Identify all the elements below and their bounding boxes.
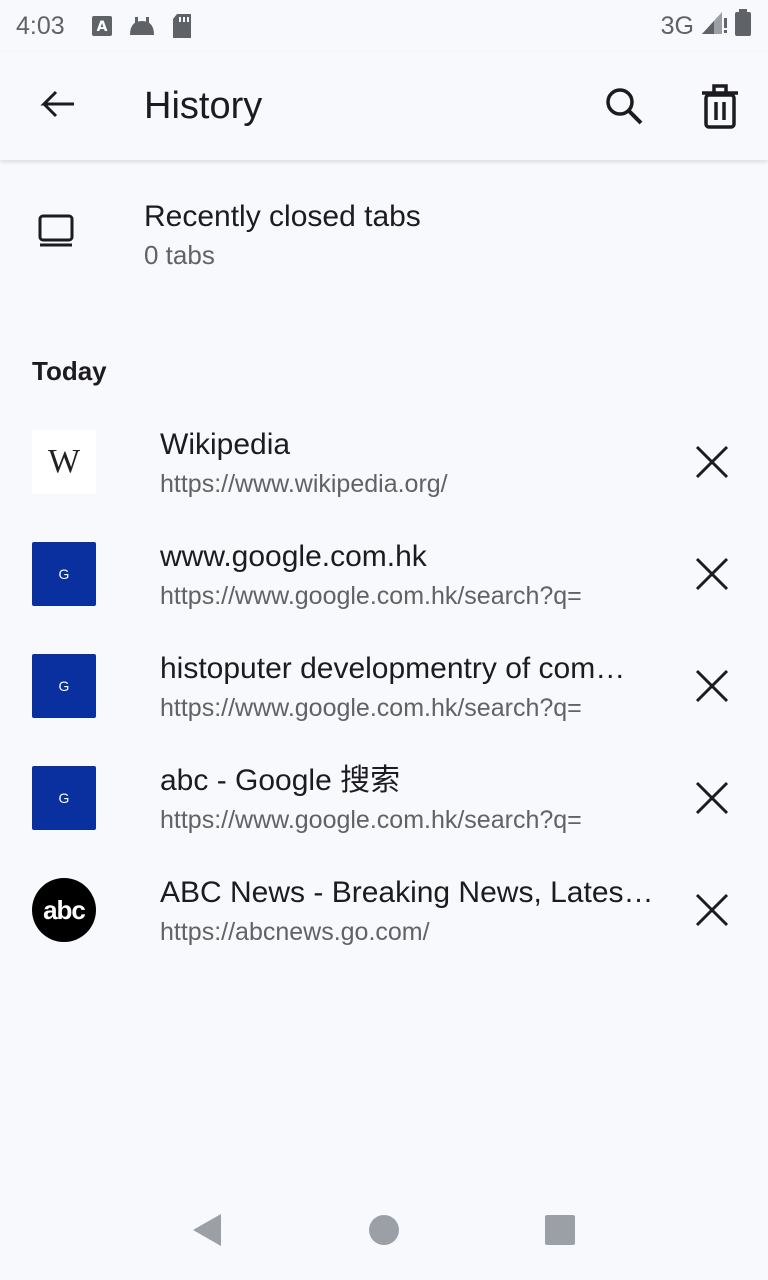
delete-history-button[interactable]	[696, 82, 744, 130]
close-icon	[695, 781, 729, 815]
history-item-title: abc - Google 搜索	[160, 764, 401, 797]
remove-item-button[interactable]	[688, 774, 736, 822]
app-bar: History	[0, 52, 768, 160]
nav-recents-button[interactable]	[543, 1213, 577, 1252]
history-item-title: histoputer developmentry of com…	[160, 652, 626, 685]
history-item-title: www.google.com.hk	[160, 540, 427, 573]
circle-home-icon	[369, 1214, 399, 1245]
history-item-url: https://abcnews.go.com/	[160, 918, 430, 946]
triangle-back-icon	[193, 1213, 221, 1246]
history-item[interactable]: W Wikipedia https://www.wikipedia.org/	[0, 406, 768, 518]
history-item[interactable]: abc ABC News - Breaking News, Latest New…	[0, 854, 768, 966]
system-nav-bar	[0, 1184, 768, 1280]
close-icon	[695, 557, 729, 591]
status-bar: 4:03 A 3G	[0, 0, 768, 52]
svg-text:A: A	[96, 19, 107, 35]
close-icon	[695, 445, 729, 479]
abc-favicon-icon: abc	[32, 878, 96, 942]
search-icon	[606, 88, 643, 125]
battery-icon	[734, 8, 752, 44]
android-icon	[127, 15, 157, 37]
history-item[interactable]: G www.google.com.hk https://www.google.c…	[0, 518, 768, 630]
google-favicon-icon: G	[32, 654, 96, 718]
recently-closed-count: 0 tabs	[144, 240, 215, 270]
search-button[interactable]	[600, 82, 648, 130]
tabs-icon	[36, 212, 76, 257]
sd-card-icon	[171, 13, 193, 39]
wikipedia-favicon-icon: W	[32, 430, 96, 494]
history-item-url: https://www.wikipedia.org/	[160, 470, 448, 498]
remove-item-button[interactable]	[688, 550, 736, 598]
status-time: 4:03	[16, 11, 65, 40]
google-favicon-icon: G	[32, 542, 96, 606]
history-item[interactable]: G histoputer developmentry of com… https…	[0, 630, 768, 742]
history-item-url: https://www.google.com.hk/search?q=	[160, 582, 582, 610]
remove-item-button[interactable]	[688, 886, 736, 934]
trash-icon	[702, 84, 738, 129]
remove-item-button[interactable]	[688, 438, 736, 486]
page-title: History	[144, 85, 263, 127]
history-list: W Wikipedia https://www.wikipedia.org/ G…	[0, 406, 768, 966]
history-item-title: Wikipedia	[160, 428, 291, 461]
close-icon	[695, 669, 729, 703]
back-button[interactable]	[32, 82, 80, 130]
back-arrow-icon	[40, 90, 74, 118]
nav-back-button[interactable]	[191, 1212, 225, 1253]
google-favicon-icon: G	[32, 766, 96, 830]
signal-icon	[700, 10, 728, 43]
square-recents-icon	[545, 1214, 575, 1245]
history-item[interactable]: G abc - Google 搜索 https://www.google.com…	[0, 742, 768, 854]
history-item-url: https://www.google.com.hk/search?q=	[160, 694, 582, 722]
close-icon	[695, 893, 729, 927]
a11y-icon: A	[91, 15, 113, 37]
nav-home-button[interactable]	[367, 1213, 401, 1252]
remove-item-button[interactable]	[688, 662, 736, 710]
network-label: 3G	[660, 11, 694, 40]
section-header-today: Today	[32, 356, 107, 386]
history-item-url: https://www.google.com.hk/search?q=	[160, 806, 582, 834]
recently-closed-tabs[interactable]: Recently closed tabs 0 tabs	[0, 180, 768, 290]
recently-closed-label: Recently closed tabs	[144, 200, 421, 233]
history-item-title: ABC News - Breaking News, Latest News	[160, 876, 656, 909]
